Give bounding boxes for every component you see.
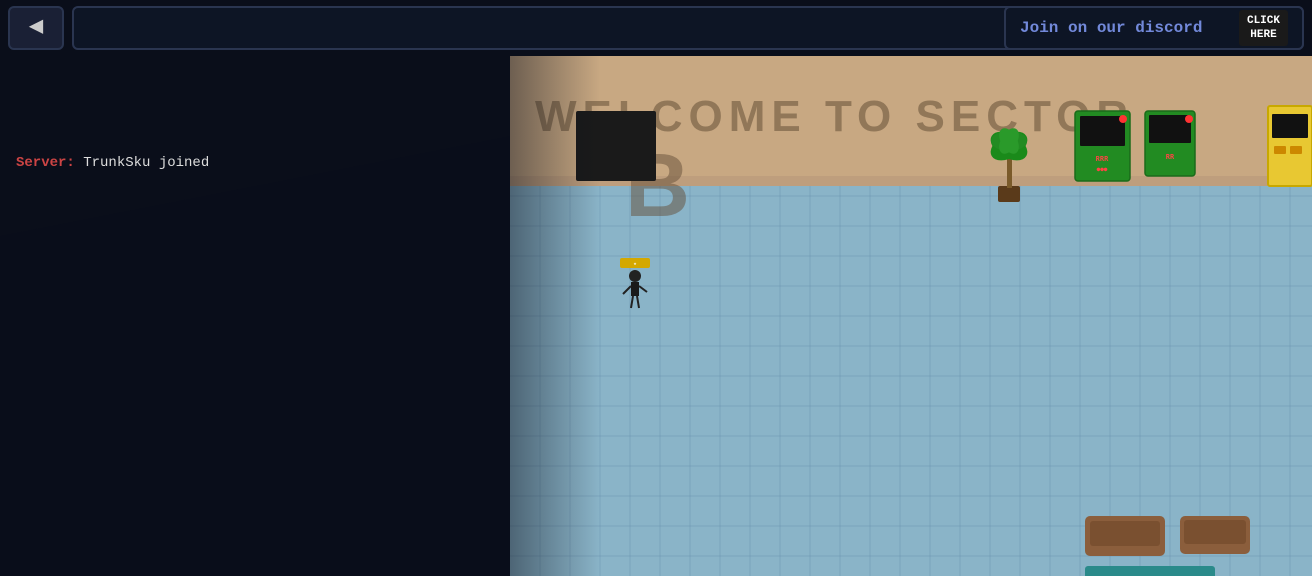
svg-text:RRR: RRR [1096, 155, 1109, 163]
server-message-text: TrunkSku joined [75, 155, 209, 171]
svg-text:●●●: ●●● [1097, 166, 1108, 173]
server-label: Server: [16, 155, 75, 171]
svg-text:RR: RR [1166, 153, 1175, 161]
click-label-line1: CLICK [1247, 14, 1280, 28]
server-message: Server: TrunkSku joined [16, 155, 209, 171]
click-here-box: CLICK HERE [1239, 10, 1288, 47]
svg-text:★: ★ [633, 261, 636, 267]
discord-join-text: Join on our discord [1020, 19, 1202, 37]
back-button[interactable]: ◀ [8, 6, 64, 50]
discord-banner[interactable]: Join on our discord CLICK HERE [1004, 6, 1304, 50]
game-scene: WELCOME TO SECTOR B [0, 56, 1312, 576]
back-arrow-icon: ◀ [29, 16, 43, 40]
chat-input[interactable] [86, 20, 1162, 36]
click-label-line2: HERE [1247, 28, 1280, 42]
game-world: WELCOME TO SECTOR B [0, 56, 1312, 576]
